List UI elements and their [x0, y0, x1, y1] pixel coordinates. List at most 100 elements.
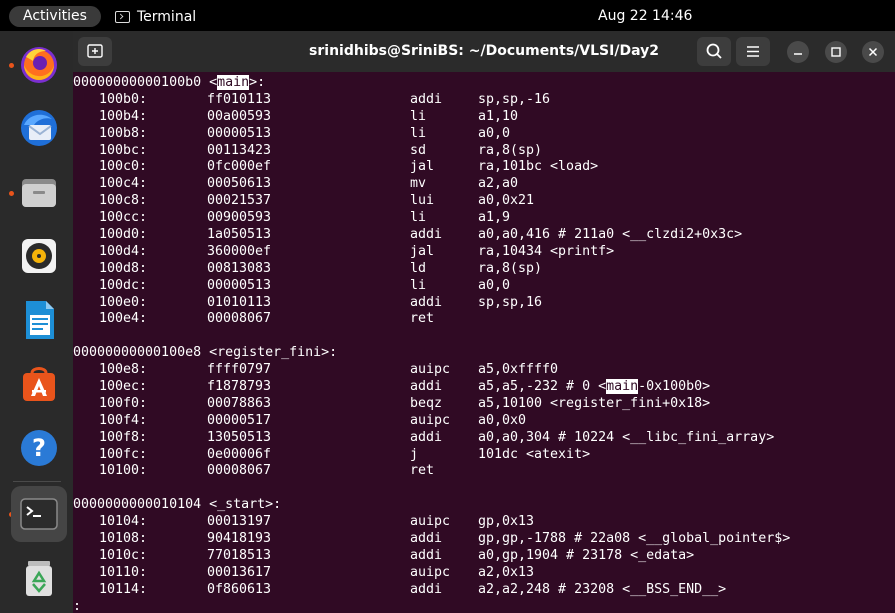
instruction-address: 100e4: [99, 311, 148, 327]
disasm-row: 100b4: 00a00593 li a1,10 [73, 109, 895, 126]
instruction-operands: a5,a5,-232 # 0 <main-0x100b0> [478, 379, 710, 396]
disasm-row: 100c0: 0fc000ef jal ra,101bc <load> [73, 159, 895, 176]
instruction-address: 100d0: [99, 227, 148, 243]
disasm-row: 10108: 90418193 addi gp,gp,-1788 # 22a08 <_… [73, 531, 895, 548]
instruction-hex: 01010113 [207, 294, 272, 310]
disasm-row: 100c8: 00021537 lui a0,0x21 [73, 193, 895, 210]
instruction-hex: 0e00006f [207, 446, 272, 462]
instruction-mnemonic: jal [410, 159, 435, 175]
header-bar: srinidhibs@SriniBS: ~/Documents/VLSI/Day… [73, 31, 895, 72]
label-prefix: 0000000000010104 <_start>: [73, 497, 282, 513]
disasm-row: 100d0: 1a050513 addi a0,a0,416 # 211a0 <__c… [73, 227, 895, 244]
instruction-operands: gp,gp,-1788 # 22a08 <__global_pointer$> [478, 531, 790, 548]
instruction-mnemonic: j [410, 446, 419, 462]
maximize-button[interactable] [825, 41, 847, 63]
operands-text: a0,0x0 [478, 412, 527, 428]
dock-item-software[interactable] [11, 356, 67, 412]
trash-icon [26, 561, 52, 596]
operands-text: a1,10 [478, 108, 519, 124]
disasm-row: 100c4: 00050613 mv a2,a0 [73, 176, 895, 193]
window-title: srinidhibs@SriniBS: ~/Documents/VLSI/Day… [309, 43, 659, 59]
disasm-row: 100dc: 00000513 li a0,0 [73, 278, 895, 295]
instruction-hex: 00050613 [207, 176, 272, 192]
instruction-address: 100bc: [99, 142, 148, 158]
instruction-address: 100f0: [99, 395, 148, 411]
operands-tail: -0x100b0> [638, 379, 711, 395]
instruction-mnemonic: addi [410, 379, 443, 395]
instruction-hex: 0f860613 [207, 581, 272, 597]
instruction-address: 100f8: [99, 429, 148, 445]
instruction-hex: 1a050513 [207, 227, 272, 243]
instruction-address: 100c4: [99, 176, 148, 192]
disasm-row: 100f0: 00078863 beqz a5,10100 <register_fin… [73, 396, 895, 413]
function-label: 00000000000100b0 <main>: [73, 75, 895, 92]
label-prefix: 00000000000100e8 <register_fini>: [73, 345, 338, 361]
dock-item-help[interactable]: ? [11, 420, 67, 476]
dock-item-terminal[interactable] [11, 486, 67, 542]
operands-text: a2,a0 [478, 176, 519, 192]
label-suffix: >: [249, 75, 266, 90]
minimize-button[interactable] [787, 41, 809, 63]
writer-icon [26, 301, 54, 339]
instruction-operands: a0,0x21 [478, 193, 534, 210]
pager-prompt[interactable]: : [73, 599, 895, 613]
instruction-mnemonic: sd [410, 142, 427, 158]
operands-text: a2,0x13 [478, 564, 535, 580]
help-icon: ? [21, 430, 57, 466]
dock-item-thunderbird[interactable] [11, 100, 67, 156]
dock-item-writer[interactable] [11, 292, 67, 348]
instruction-mnemonic: addi [410, 581, 443, 597]
operands-text: sp,sp,16 [478, 294, 543, 310]
operands-text: a0,0x21 [478, 193, 535, 209]
operands-text: a0,0 [478, 125, 511, 141]
disasm-row: 100d4: 360000ef jal ra,10434 <printf> [73, 244, 895, 261]
disasm-row: 10110: 00013617 auipc a2,0x13 [73, 565, 895, 582]
dock-item-firefox[interactable] [11, 36, 67, 92]
terminal-output[interactable]: 00000000000100b0 <main>: 100b0: ff010113 ad… [73, 73, 895, 613]
app-menu[interactable]: Terminal [115, 6, 196, 27]
disasm-row: 100e0: 01010113 addi sp,sp,16 [73, 295, 895, 312]
dock-item-files[interactable] [11, 164, 67, 220]
instruction-mnemonic: ret [410, 311, 435, 327]
maximize-icon [831, 47, 841, 57]
instruction-operands: ra,101bc <load> [478, 159, 598, 176]
instruction-mnemonic: lui [410, 193, 435, 209]
instruction-operands: gp,0x13 [478, 514, 534, 531]
instruction-address: 100b4: [99, 108, 148, 124]
instruction-mnemonic: li [410, 108, 427, 124]
instruction-hex: ffff0797 [207, 362, 272, 378]
app-name: Terminal [137, 8, 197, 25]
operands-text: a0,a0,304 # 10224 <__libc_fini_array> [478, 429, 775, 445]
instruction-hex: 00021537 [207, 193, 272, 209]
minimize-icon [794, 53, 802, 55]
menu-button[interactable] [736, 37, 770, 66]
close-button[interactable] [862, 41, 884, 63]
disasm-row: 1010c: 77018513 addi a0,gp,1904 # 23178 <_e… [73, 548, 895, 565]
instruction-mnemonic: li [410, 125, 427, 141]
disasm-row: 100f8: 13050513 addi a0,a0,304 # 10224 <__l… [73, 430, 895, 447]
activities-button[interactable]: Activities [9, 6, 101, 27]
clock[interactable]: Aug 22 14:46 [598, 6, 692, 27]
instruction-hex: 00008067 [207, 311, 272, 327]
instruction-address: 10104: [99, 514, 148, 530]
instruction-mnemonic: addi [410, 429, 443, 445]
files-icon [22, 179, 56, 207]
disasm-row: 10114: 0f860613 addi a2,a2,248 # 23208 <__B… [73, 582, 895, 599]
instruction-operands: a2,0x13 [478, 565, 534, 582]
operands-text: gp,gp,-1788 # 22a08 <__global_pointer$> [478, 531, 791, 547]
instruction-address: 100d8: [99, 260, 148, 276]
dock: ? [0, 31, 73, 613]
dock-item-rhythmbox[interactable] [11, 228, 67, 284]
disasm-row: 100bc: 00113423 sd ra,8(sp) [73, 143, 895, 160]
instruction-hex: 77018513 [207, 547, 272, 563]
instruction-hex: ff010113 [207, 91, 272, 107]
search-button[interactable] [697, 37, 731, 66]
rhythmbox-icon [22, 239, 56, 273]
disasm-row: 100b8: 00000513 li a0,0 [73, 126, 895, 143]
disasm-row: 100fc: 0e00006f j 101dc <atexit> [73, 447, 895, 464]
dock-item-trash[interactable] [11, 550, 67, 606]
instruction-hex: 00000513 [207, 277, 272, 293]
instruction-mnemonic: li [410, 277, 427, 293]
instruction-address: 10110: [99, 564, 148, 580]
instruction-operands: a0,a0,416 # 211a0 <__clzdi2+0x3c> [478, 227, 742, 244]
